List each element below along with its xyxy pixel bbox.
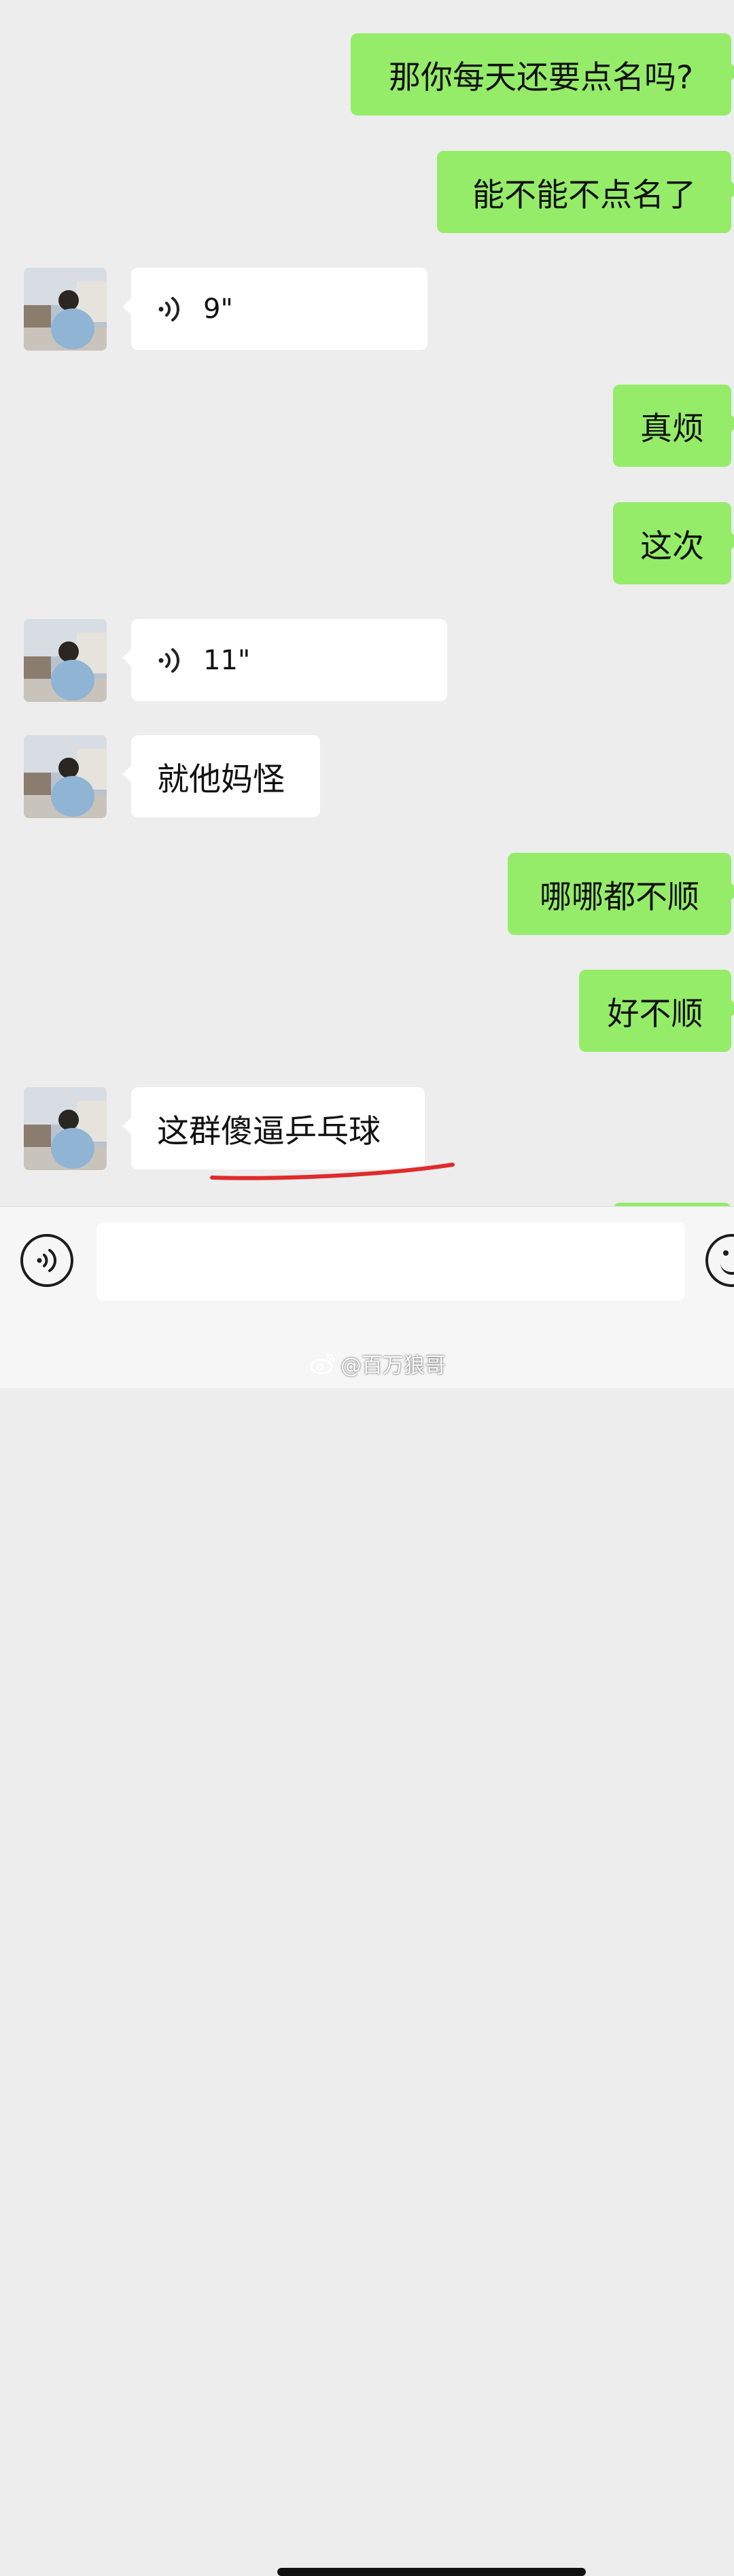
chat-bubble-sent[interactable]: 好不顺 xyxy=(579,970,734,1052)
avatar-photo xyxy=(24,1087,107,1170)
weibo-logo-icon xyxy=(310,1353,335,1374)
chat-bubble-sent[interactable]: 这次 xyxy=(613,502,734,584)
avatar-photo xyxy=(24,268,107,351)
emoji-icon-eye xyxy=(723,1250,729,1256)
voice-wave-icon xyxy=(158,648,179,673)
chat-bubble-sent[interactable]: 那你每天还要点名吗? xyxy=(351,33,734,116)
home-indicator[interactable] xyxy=(277,2568,586,2576)
chat-message-list[interactable]: 那你每天还要点名吗? 能不能不点名了 9" 真烦 这次 11" 就他妈怪 哪哪都… xyxy=(0,0,734,1206)
emoji-icon-mouth xyxy=(720,1260,734,1275)
contact-avatar[interactable] xyxy=(24,1087,107,1170)
voice-wave-icon xyxy=(158,296,179,321)
chat-bubble-sent[interactable]: 真烦 xyxy=(613,385,734,467)
contact-avatar[interactable] xyxy=(24,268,107,351)
watermark: @百万狼哥 xyxy=(309,1348,446,1379)
message-text-input[interactable] xyxy=(97,1222,685,1301)
chat-bubble-received[interactable]: 就他妈怪 xyxy=(122,735,320,817)
avatar-photo xyxy=(24,619,107,702)
voice-icon xyxy=(37,1249,56,1272)
contact-avatar[interactable] xyxy=(24,735,107,818)
voice-duration: 11" xyxy=(203,644,251,676)
chat-bubble-sent[interactable]: 能不能不点名了 xyxy=(437,151,734,233)
watermark-text: @百万狼哥 xyxy=(340,1354,446,1378)
voice-duration: 9" xyxy=(203,293,233,325)
avatar-photo xyxy=(24,735,107,818)
voice-message-bubble[interactable]: 9" xyxy=(122,268,427,350)
contact-avatar[interactable] xyxy=(24,619,107,702)
emoji-button[interactable] xyxy=(705,1234,734,1287)
voice-input-button[interactable] xyxy=(20,1234,73,1287)
red-underline-annotation xyxy=(210,1163,455,1180)
chat-bubble-sent[interactable]: 哪哪都不顺 xyxy=(508,853,734,935)
voice-message-bubble[interactable]: 11" xyxy=(122,619,447,701)
